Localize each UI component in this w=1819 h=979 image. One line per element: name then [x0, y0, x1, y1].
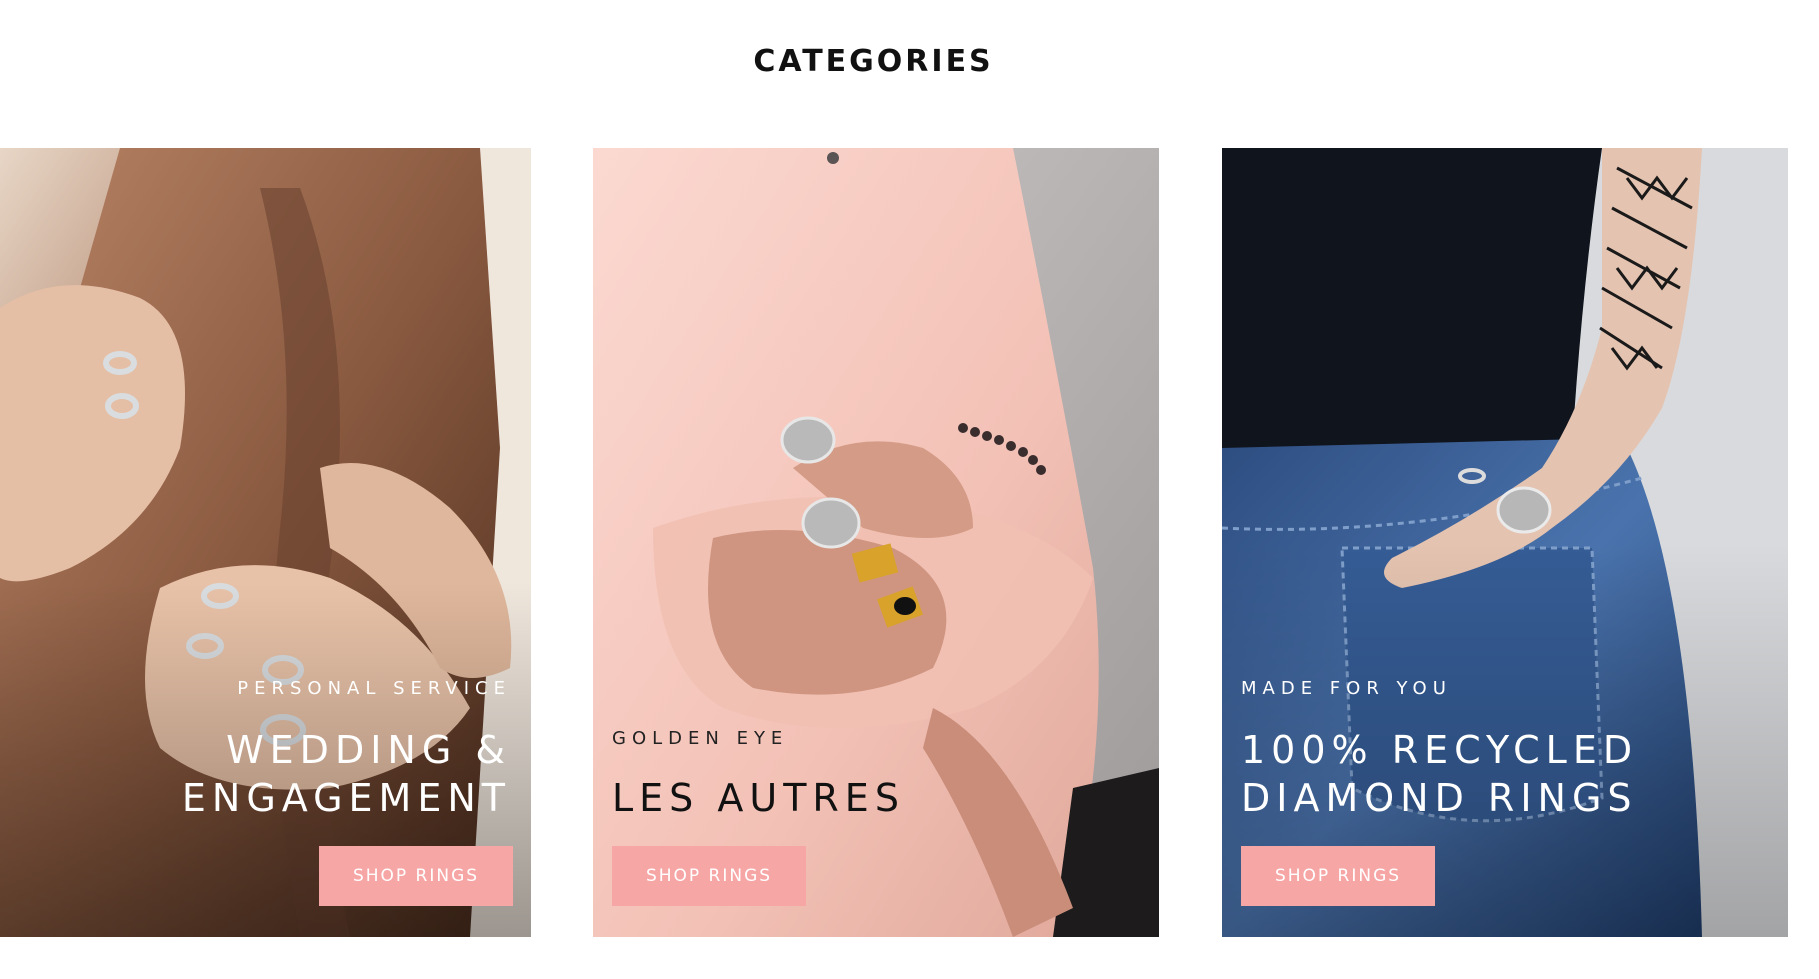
shop-rings-button[interactable]: SHOP RINGS — [612, 846, 806, 906]
category-card-wedding[interactable]: PERSONAL SERVICE WEDDING & ENGAGEMENT SH… — [0, 148, 531, 937]
category-card-les-autres[interactable]: GOLDEN EYE LES AUTRES SHOP RINGS — [593, 148, 1159, 937]
category-card-recycled-diamond[interactable]: MADE FOR YOU 100% RECYCLED DIAMOND RINGS… — [1222, 148, 1788, 937]
category-image-les-autres — [593, 148, 1159, 937]
section-title: CATEGORIES — [753, 44, 994, 79]
shop-rings-button[interactable]: SHOP RINGS — [319, 846, 513, 906]
shop-rings-button[interactable]: SHOP RINGS — [1241, 846, 1435, 906]
category-image-wedding — [0, 148, 531, 937]
category-image-recycled-diamond — [1222, 148, 1788, 937]
